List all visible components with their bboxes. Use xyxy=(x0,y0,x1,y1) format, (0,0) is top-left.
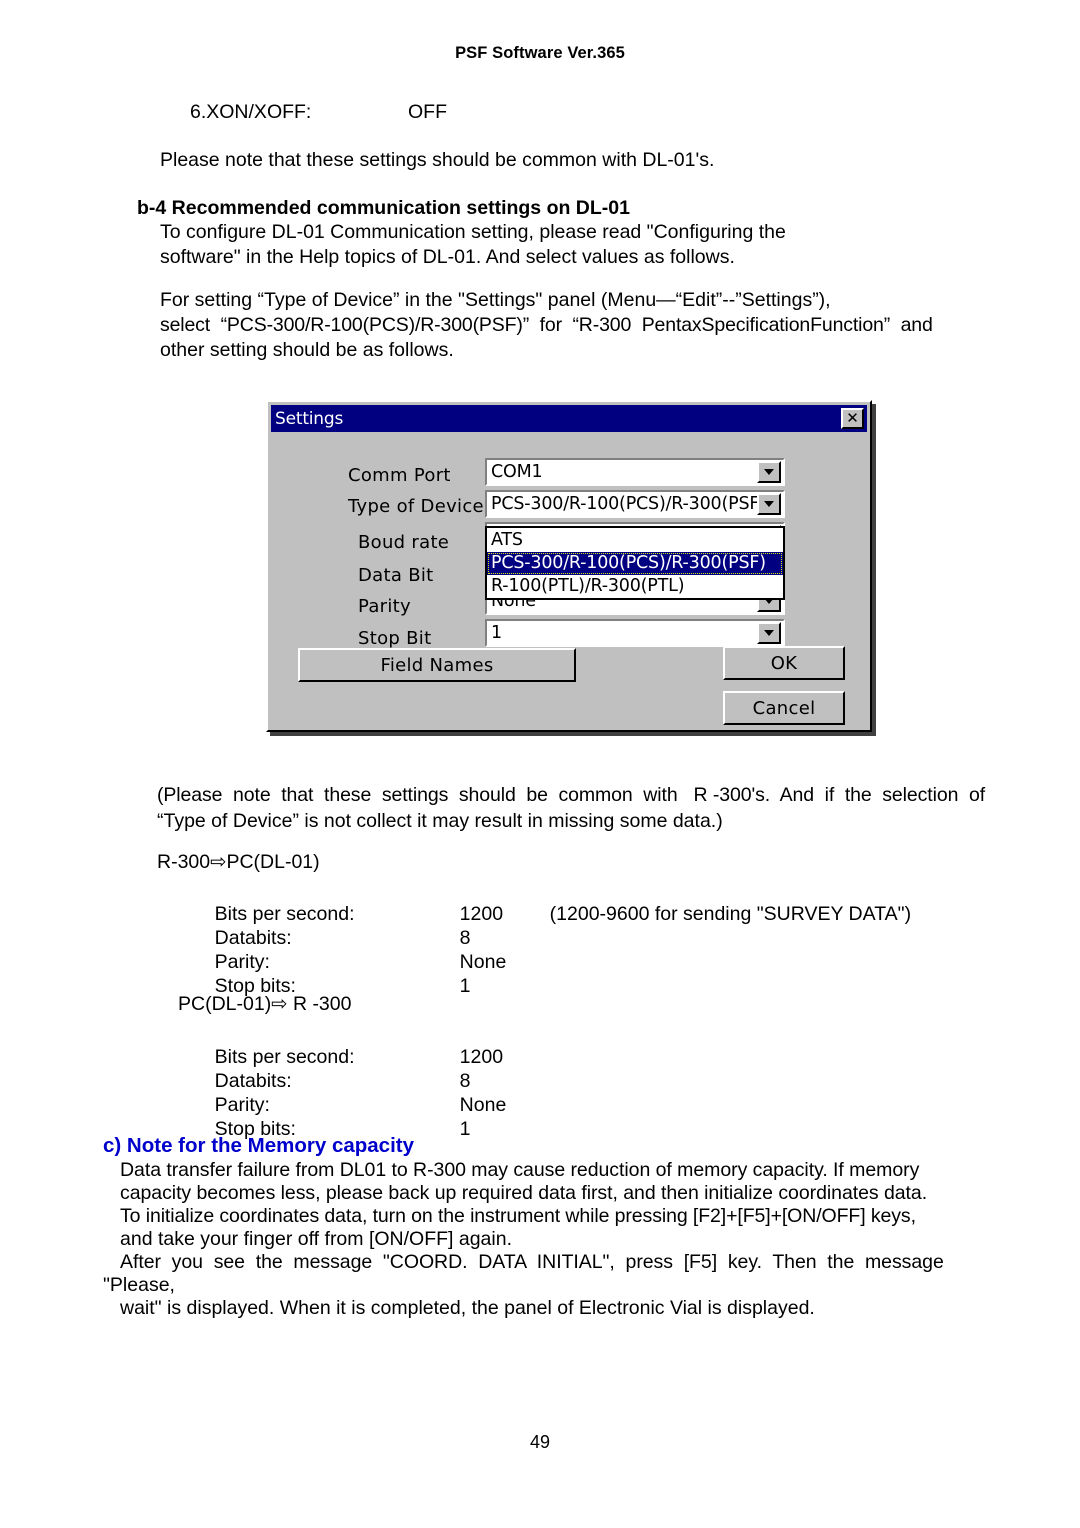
label-boud-rate: Boud rate xyxy=(358,532,450,553)
combo-comm-port-value: COM1 xyxy=(491,462,543,482)
b4-paragraph2-line2: select “PCS-300/R-100(PCS)/R-300(PSF)” f… xyxy=(160,314,933,336)
memory-note-line5: After you see the message "COORD. DATA I… xyxy=(120,1251,944,1273)
memory-note-line7: wait" is displayed. When it is completed… xyxy=(120,1297,815,1319)
label-parity: Parity xyxy=(358,596,411,617)
combo-type-of-device[interactable]: PCS-300/R-100(PCS)/R-300(PSF) xyxy=(485,490,785,518)
xon-xoff-label: 6.XON/XOFF: xyxy=(190,101,312,123)
row-value: 1 xyxy=(459,1118,471,1140)
dialog-title: Settings xyxy=(275,408,344,429)
b4-paragraph1-line2: software" in the Help topics of DL-01. A… xyxy=(160,246,735,268)
note-common-settings: Please note that these settings should b… xyxy=(160,149,715,171)
dropdown-option-pcs300[interactable]: PCS-300/R-100(PCS)/R-300(PSF) xyxy=(487,552,783,575)
cancel-button[interactable]: Cancel xyxy=(723,691,845,725)
memory-note-heading: c) Note for the Memory capacity xyxy=(103,1134,414,1157)
label-comm-port: Comm Port xyxy=(348,465,451,486)
memory-note-line4: and take your finger off from [ON/OFF] a… xyxy=(120,1228,512,1250)
xon-xoff-value: OFF xyxy=(408,101,447,123)
settings-block-title-1: R-300⇨PC(DL-01) xyxy=(157,851,320,873)
combo-type-of-device-value: PCS-300/R-100(PCS)/R-300(PSF) xyxy=(491,494,757,514)
b4-paragraph2-line1: For setting “Type of Device” in the "Set… xyxy=(160,289,831,311)
chevron-down-icon[interactable] xyxy=(757,461,781,483)
b4-paragraph2-line3: other setting should be as follows. xyxy=(160,339,454,361)
settings-block-title-2: PC(DL-01)⇨ R -300 xyxy=(178,993,352,1015)
label-type-of-device: Type of Device xyxy=(348,496,484,517)
section-heading-b4: b-4 Recommended communication settings o… xyxy=(137,197,630,219)
label-data-bit: Data Bit xyxy=(358,565,434,586)
dialog-titlebar: Settings ✕ xyxy=(271,405,867,432)
document-header: PSF Software Ver.365 xyxy=(455,44,625,62)
dropdown-option-ats[interactable]: ATS xyxy=(487,529,783,552)
chevron-down-icon[interactable] xyxy=(757,493,781,515)
combo-comm-port[interactable]: COM1 xyxy=(485,458,785,486)
combo-stop-bit-value: 1 xyxy=(491,623,502,643)
combo-stop-bit[interactable]: 1 xyxy=(485,619,785,647)
dialog-note-line2: “Type of Device” is not collect it may r… xyxy=(157,810,723,832)
label-stop-bit: Stop Bit xyxy=(358,628,432,649)
settings-dialog: Settings ✕ Comm Port Type of Device Boud… xyxy=(266,400,872,732)
memory-note-line1: Data transfer failure from DL01 to R-300… xyxy=(120,1159,920,1181)
dropdown-option-r100ptl[interactable]: R-100(PTL)/R-300(PTL) xyxy=(487,575,783,598)
chevron-down-icon[interactable] xyxy=(757,622,781,644)
page-number: 49 xyxy=(529,1432,551,1452)
memory-note-line3: To initialize coordinates data, turn on … xyxy=(120,1205,916,1227)
row-value: 1 xyxy=(459,975,471,997)
close-icon[interactable]: ✕ xyxy=(841,408,864,429)
document-page: PSF Software Ver.365 6.XON/XOFF: OFF Ple… xyxy=(0,0,1080,1528)
type-of-device-dropdown-list[interactable]: ATS PCS-300/R-100(PCS)/R-300(PSF) R-100(… xyxy=(485,526,785,600)
memory-note-line6: "Please, xyxy=(103,1274,175,1296)
field-names-button[interactable]: Field Names xyxy=(298,648,576,682)
b4-paragraph1-line1: To configure DL-01 Communication setting… xyxy=(160,221,786,243)
memory-note-line2: capacity becomes less, please back up re… xyxy=(120,1182,928,1204)
row-note: (1200-9600 for sending "SURVEY DATA") xyxy=(549,903,912,925)
dialog-note-line1: (Please note that these settings should … xyxy=(157,784,986,806)
ok-button[interactable]: OK xyxy=(723,646,845,680)
